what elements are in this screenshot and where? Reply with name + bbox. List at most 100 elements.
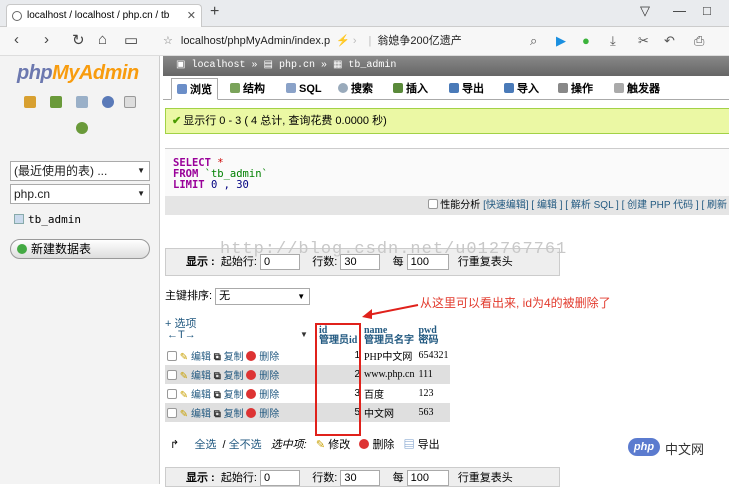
- every-label: 每: [392, 472, 404, 484]
- delete-link[interactable]: 删除: [259, 352, 279, 363]
- copy-link[interactable]: 复制: [224, 352, 244, 363]
- bulk-delete-button[interactable]: 删除: [372, 439, 394, 451]
- star-icon[interactable]: ☆: [163, 35, 173, 47]
- reload-nav-icon[interactable]: [76, 122, 88, 134]
- recent-tables-select[interactable]: (最近使用的表) ... ▼: [10, 161, 150, 181]
- wrench-icon: [558, 83, 568, 93]
- row-checkbox[interactable]: [167, 408, 177, 418]
- sql-option-links[interactable]: [快速编辑] [ 编辑 ] [ 解析 SQL ] [ 创建 PHP 代码 ] […: [483, 200, 727, 211]
- tab-structure[interactable]: 结构: [225, 78, 270, 100]
- row-checkbox[interactable]: [167, 351, 177, 361]
- sort-value: 无: [219, 289, 231, 302]
- bulk-export-button[interactable]: 导出: [418, 439, 440, 451]
- tab-label: 插入: [406, 83, 428, 95]
- home-icon[interactable]: [24, 96, 36, 108]
- cell-name[interactable]: 百度: [362, 384, 417, 403]
- table-row: ✎ 编辑 ⧉ 复制 删除 2 www.php.cn 111: [165, 365, 451, 384]
- edit-link[interactable]: 编辑: [191, 390, 211, 401]
- browser-nav-bar: ‹ › ↻ ⌂ ▭ ☆ localhost/phpMyAdmin/index.p ⚡…: [0, 27, 729, 56]
- breadcrumb-db[interactable]: php.cn: [279, 60, 315, 71]
- tab-label: 操作: [571, 83, 593, 95]
- home-icon[interactable]: ⌂: [98, 31, 107, 48]
- close-tab-icon[interactable]: ✕: [187, 5, 196, 27]
- bookmark-icon[interactable]: ▽: [640, 3, 650, 19]
- cell-name[interactable]: PHP中文网: [362, 346, 417, 365]
- docs-icon[interactable]: [124, 96, 136, 108]
- delete-icon: [359, 439, 370, 449]
- forward-icon[interactable]: ›: [44, 31, 49, 48]
- copy-icon: ⧉: [213, 409, 221, 420]
- phpmyadmin-logo[interactable]: phpMyAdmin: [17, 62, 139, 85]
- copy-link[interactable]: 复制: [224, 371, 244, 382]
- import-icon: [504, 83, 514, 93]
- tab-insert[interactable]: 插入: [388, 78, 433, 100]
- cell-pwd[interactable]: 111: [416, 365, 451, 384]
- tab-sql[interactable]: SQL: [281, 78, 327, 100]
- cell-pwd[interactable]: 563: [416, 403, 451, 422]
- reader-icon[interactable]: ▭: [124, 31, 138, 49]
- copy-link[interactable]: 复制: [224, 409, 244, 420]
- database-select[interactable]: php.cn ▼: [10, 184, 150, 204]
- copy-link[interactable]: 复制: [224, 390, 244, 401]
- sql-icon: [286, 83, 296, 93]
- url-suggestion[interactable]: 翁媳争200亿遗产: [377, 35, 461, 47]
- delete-link[interactable]: 删除: [259, 390, 279, 401]
- maximize-button[interactable]: □: [703, 3, 711, 18]
- search-icon: [338, 83, 348, 93]
- back-icon[interactable]: ‹: [14, 31, 19, 48]
- undo-icon[interactable]: ↶: [664, 33, 675, 49]
- play-icon[interactable]: ▶: [556, 33, 566, 49]
- cell-pwd[interactable]: 654321: [416, 346, 451, 365]
- delete-icon: [246, 408, 257, 418]
- profiling-checkbox[interactable]: [427, 199, 438, 209]
- new-table-button[interactable]: 新建数据表: [10, 239, 150, 259]
- breadcrumb-server-icon: ▣: [176, 60, 192, 71]
- minimize-button[interactable]: —: [673, 3, 686, 18]
- tab-export[interactable]: 导出: [444, 78, 489, 100]
- chat-icon[interactable]: ●: [582, 33, 590, 48]
- tab-import[interactable]: 导入: [499, 78, 544, 100]
- tab-search[interactable]: 搜索: [333, 78, 378, 100]
- rows-label: 行数:: [312, 472, 338, 484]
- sort-label: 主键排序:: [165, 290, 213, 302]
- tab-triggers[interactable]: 触发器: [609, 78, 665, 100]
- delete-link[interactable]: 删除: [259, 409, 279, 420]
- sort-select[interactable]: 无 ▼: [215, 287, 311, 305]
- help-icon[interactable]: [102, 96, 114, 108]
- uncheck-all-link[interactable]: 全不选: [229, 439, 262, 451]
- exit-icon[interactable]: [50, 96, 62, 108]
- tab-label: 结构: [243, 83, 265, 95]
- tab-label: SQL: [299, 83, 322, 95]
- reload-icon[interactable]: ↻: [72, 31, 85, 49]
- cell-name[interactable]: 中文网: [362, 403, 417, 422]
- browser-tab[interactable]: localhost / localhost / php.cn / tb ✕: [6, 4, 202, 27]
- bulk-modify-button[interactable]: 修改: [328, 439, 350, 451]
- tab-label: 导出: [462, 83, 484, 95]
- address-bar[interactable]: ☆ localhost/phpMyAdmin/index.p ⚡ › | 翁媳争200亿…: [163, 31, 541, 52]
- plus-icon[interactable]: +: [210, 3, 219, 21]
- breadcrumb-server[interactable]: localhost: [191, 60, 245, 71]
- sidebar-item-tb-admin[interactable]: tb_admin: [14, 213, 81, 226]
- tab-browse[interactable]: 浏览: [171, 78, 218, 100]
- table-row: ✎ 编辑 ⧉ 复制 删除 3 百度 123: [165, 384, 451, 403]
- cell-pwd[interactable]: 123: [416, 384, 451, 403]
- edit-link[interactable]: 编辑: [191, 352, 211, 363]
- cell-name[interactable]: www.php.cn: [362, 365, 417, 384]
- edit-link[interactable]: 编辑: [191, 371, 211, 382]
- column-header-name[interactable]: name 管理员名字: [362, 326, 416, 346]
- column-header-pwd[interactable]: pwd 密码: [416, 326, 450, 346]
- row-checkbox[interactable]: [167, 389, 177, 399]
- breadcrumb-table[interactable]: tb_admin: [348, 60, 396, 71]
- tab-operations[interactable]: 操作: [553, 78, 598, 100]
- check-all-link[interactable]: 全选: [195, 439, 217, 451]
- delete-link[interactable]: 删除: [259, 371, 279, 382]
- scissors-icon[interactable]: ✂: [638, 33, 649, 49]
- row-checkbox[interactable]: [167, 370, 177, 380]
- query-icon[interactable]: [76, 96, 88, 108]
- structure-icon: [230, 83, 240, 93]
- logo-myadmin: MyAdmin: [52, 62, 139, 84]
- search-icon[interactable]: ⌕: [530, 33, 537, 49]
- download-icon[interactable]: ⤓: [610, 33, 616, 49]
- edit-link[interactable]: 编辑: [191, 409, 211, 420]
- screenshot-icon[interactable]: ⎙: [694, 33, 704, 49]
